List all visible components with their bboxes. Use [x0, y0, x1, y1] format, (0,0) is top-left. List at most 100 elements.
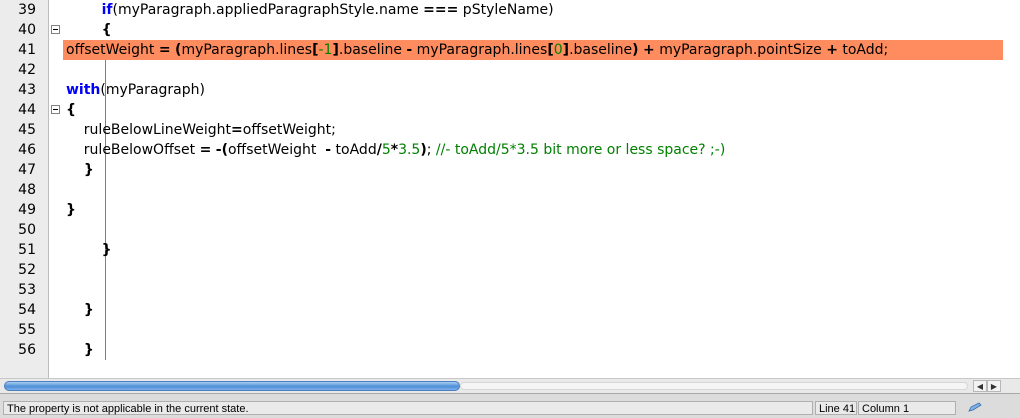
- number-token: 3.5: [398, 142, 421, 158]
- code-token: pStyleName): [458, 2, 554, 18]
- code-editor[interactable]: 39 if(myParagraph.appliedParagraphStyle.…: [0, 0, 1003, 378]
- code-line[interactable]: 55: [0, 320, 1003, 340]
- code-token: }: [83, 162, 94, 178]
- code-text: }: [66, 240, 112, 260]
- code-token: =: [158, 42, 171, 58]
- code-token: {: [101, 22, 112, 38]
- comment-token: //- toAdd/5*3.5 bit more or less space? …: [435, 142, 726, 158]
- code-line[interactable]: 44 {: [0, 100, 1003, 120]
- code-text: {: [66, 20, 112, 40]
- line-number: 55: [18, 322, 36, 338]
- line-number: 56: [18, 342, 36, 358]
- code-token: =: [231, 122, 243, 138]
- code-token: ===: [423, 2, 459, 18]
- code-token: (myParagraph.appliedParagraphStyle.name: [112, 2, 424, 18]
- code-token: (myParagraph): [100, 82, 205, 98]
- code-token: =: [199, 142, 212, 158]
- fold-toggle-icon[interactable]: [51, 25, 60, 34]
- code-text: }: [66, 160, 94, 180]
- code-line[interactable]: 50: [0, 220, 1003, 240]
- code-token: myParagraph.lines: [412, 42, 548, 58]
- keyword-token: with: [66, 82, 101, 98]
- number-token: -1: [318, 42, 333, 58]
- line-number: 44: [18, 102, 36, 118]
- code-text: }: [66, 300, 94, 320]
- horizontal-scrollbar[interactable]: ◀ ▶: [0, 378, 1020, 393]
- line-number: 49: [18, 202, 36, 218]
- fold-toggle-icon[interactable]: [51, 105, 60, 114]
- code-token: toAdd;: [837, 42, 889, 58]
- code-text: {: [66, 100, 76, 120]
- code-text: if(myParagraph.appliedParagraphStyle.nam…: [66, 0, 554, 20]
- code-token: offsetWeight;: [242, 122, 336, 138]
- line-number: 47: [18, 162, 36, 178]
- code-token: }: [83, 302, 94, 318]
- code-text: }: [66, 200, 76, 220]
- code-token: ;: [426, 142, 436, 158]
- number-token: 0: [553, 42, 563, 58]
- line-number: 50: [18, 222, 36, 238]
- code-token: ruleBelowLineWeight: [66, 122, 232, 138]
- code-token: }: [83, 342, 94, 358]
- line-number: 40: [18, 22, 36, 38]
- code-token: -(: [215, 142, 228, 158]
- line-number: 39: [18, 2, 36, 18]
- scroll-right-button[interactable]: ▶: [987, 380, 1001, 392]
- line-number: 42: [18, 62, 36, 78]
- code-token: toAdd: [331, 142, 377, 158]
- status-message: The property is not applicable in the cu…: [3, 401, 813, 415]
- code-token: +: [643, 42, 655, 58]
- horizontal-scroll-thumb[interactable]: [4, 381, 460, 391]
- code-line[interactable]: 51 }: [0, 240, 1003, 260]
- code-token: {: [66, 102, 76, 118]
- code-token: .baseline: [569, 42, 633, 58]
- code-token: offsetWeight: [227, 142, 326, 158]
- code-line[interactable]: 48: [0, 180, 1003, 200]
- code-line-highlighted[interactable]: 41 offsetWeight = (myParagraph.lines[-1].…: [0, 40, 1003, 60]
- number-token: 5: [381, 142, 391, 158]
- code-token: }: [66, 202, 76, 218]
- code-line[interactable]: 46 ruleBelowOffset = -(offsetWeight - to…: [0, 140, 1003, 160]
- status-bar: The property is not applicable in the cu…: [0, 393, 1020, 418]
- code-text: }: [66, 340, 94, 360]
- code-text: ruleBelowLineWeight=offsetWeight;: [66, 120, 336, 140]
- status-column: Column 1: [858, 401, 956, 415]
- keyword-token: if: [101, 2, 113, 18]
- code-text: offsetWeight = (myParagraph.lines[-1].ba…: [66, 40, 888, 60]
- code-line[interactable]: 52: [0, 260, 1003, 280]
- code-text: with(myParagraph): [66, 80, 205, 100]
- line-number: 51: [18, 242, 36, 258]
- code-line[interactable]: 56 }: [0, 340, 1003, 360]
- line-number: 45: [18, 122, 36, 138]
- code-line[interactable]: 47 }: [0, 160, 1003, 180]
- code-token: myParagraph.pointSize: [654, 42, 827, 58]
- code-line[interactable]: 53: [0, 280, 1003, 300]
- status-line: Line 41: [815, 401, 857, 415]
- code-line[interactable]: 45 ruleBelowLineWeight=offsetWeight;: [0, 120, 1003, 140]
- code-line[interactable]: 43 with(myParagraph): [0, 80, 1003, 100]
- code-token: }: [101, 242, 112, 258]
- horizontal-scroll-track[interactable]: [460, 382, 968, 390]
- code-token: ruleBelowOffset: [66, 142, 200, 158]
- code-line[interactable]: 49}: [0, 200, 1003, 220]
- code-line[interactable]: 40 {: [0, 20, 1003, 40]
- line-number: 54: [18, 302, 36, 318]
- line-number: 46: [18, 142, 36, 158]
- line-number: 41: [18, 42, 36, 58]
- pencil-icon: [968, 402, 982, 412]
- code-line[interactable]: 42: [0, 60, 1003, 80]
- code-token: *: [390, 142, 399, 158]
- code-text: ruleBelowOffset = -(offsetWeight - toAdd…: [66, 140, 725, 160]
- code-line[interactable]: 54 }: [0, 300, 1003, 320]
- line-number: 48: [18, 182, 36, 198]
- code-line[interactable]: 39 if(myParagraph.appliedParagraphStyle.…: [0, 0, 1003, 20]
- code-token: +: [826, 42, 838, 58]
- code-token: myParagraph.lines: [181, 42, 313, 58]
- scroll-left-button[interactable]: ◀: [973, 380, 987, 392]
